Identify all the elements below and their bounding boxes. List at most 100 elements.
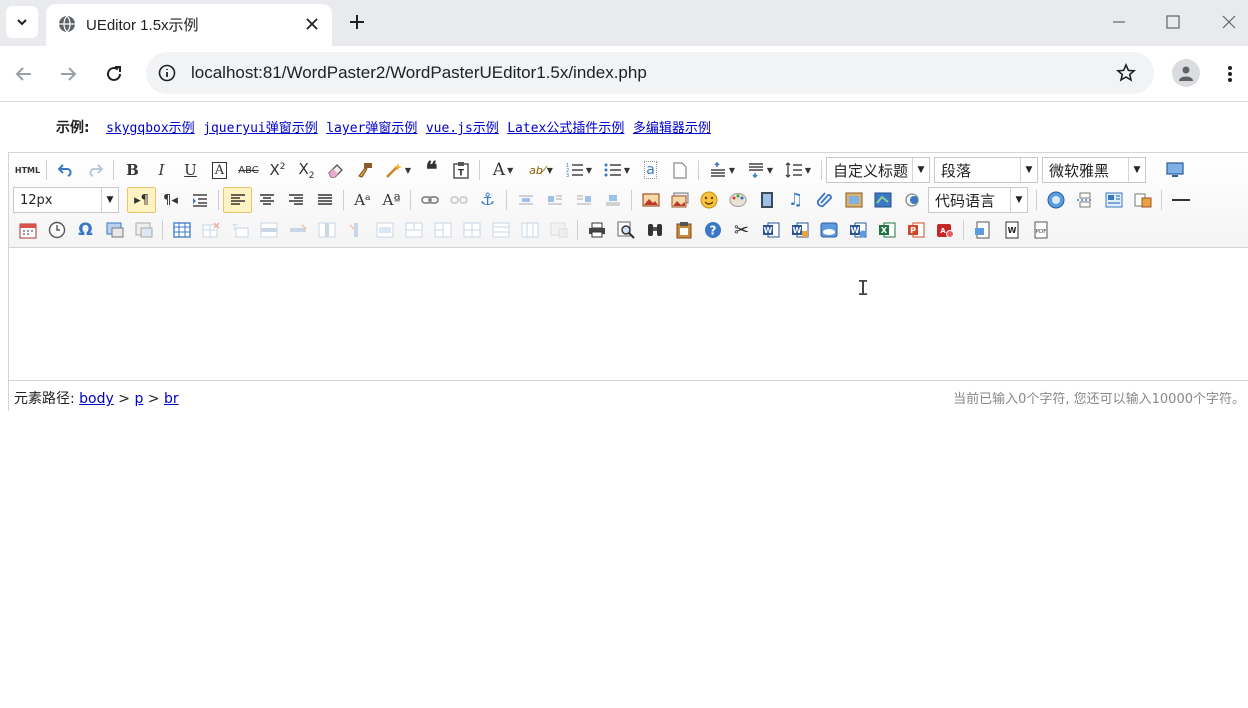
close-tab-button[interactable] <box>302 14 322 34</box>
ordered-list-button[interactable]: 1 2 3 ▼ <box>560 157 598 183</box>
horizontal-rule-button[interactable] <box>1166 187 1195 213</box>
excel-import-button[interactable]: X <box>872 217 901 243</box>
attachment-button[interactable] <box>810 187 839 213</box>
image-right-button[interactable] <box>569 187 598 213</box>
address-bar[interactable]: localhost:81/WordPaster2/WordPasterUEdit… <box>146 52 1154 94</box>
drafts-button[interactable] <box>669 217 698 243</box>
snap-screen-button[interactable] <box>100 217 129 243</box>
charts-button[interactable] <box>544 217 573 243</box>
close-window-button[interactable] <box>1214 8 1244 36</box>
word-export-button[interactable]: W <box>843 217 872 243</box>
split-to-cols-button[interactable] <box>515 217 544 243</box>
superscript-button[interactable]: X2 <box>263 157 292 183</box>
scrawl-button[interactable] <box>723 187 752 213</box>
export-pdf-button[interactable]: PDF <box>1026 217 1055 243</box>
rtl-direction-button[interactable]: ¶◂ <box>156 187 185 213</box>
path-link-p[interactable]: p <box>134 391 143 407</box>
to-lowercase-button[interactable]: Aª <box>377 187 406 213</box>
line-height-button[interactable]: ▼ <box>779 157 817 183</box>
redo-button[interactable] <box>80 157 109 183</box>
insert-video-button[interactable] <box>752 187 781 213</box>
insert-row-button[interactable] <box>254 217 283 243</box>
path-link-body[interactable]: body <box>79 391 114 407</box>
align-left-button[interactable] <box>223 187 252 213</box>
cut-button[interactable]: ✂ <box>727 217 756 243</box>
import-doc-button[interactable] <box>968 217 997 243</box>
ltr-direction-button[interactable]: ▸¶ <box>127 187 156 213</box>
example-link-layer[interactable]: layer弹窗示例 <box>326 121 417 136</box>
merge-down-button[interactable] <box>428 217 457 243</box>
template-button[interactable] <box>897 187 926 213</box>
emotion-button[interactable] <box>694 187 723 213</box>
format-painter-button[interactable] <box>350 157 379 183</box>
fullscreen-button[interactable] <box>1160 157 1189 183</box>
insert-image-button[interactable] <box>665 187 694 213</box>
merge-cells-button[interactable] <box>370 217 399 243</box>
paragraph-select[interactable]: 段落 ▼ <box>934 157 1038 183</box>
special-chars-button[interactable]: Ω <box>71 217 100 243</box>
delete-row-button[interactable] <box>283 217 312 243</box>
anchor-button[interactable]: ⚓ <box>473 187 502 213</box>
maximize-button[interactable] <box>1158 8 1188 36</box>
insert-table-button[interactable] <box>167 217 196 243</box>
example-link-latex[interactable]: Latex公式插件示例 <box>507 121 624 136</box>
underline-button[interactable]: U <box>176 157 205 183</box>
align-center-button[interactable] <box>252 187 281 213</box>
browser-menu-button[interactable] <box>1218 60 1242 88</box>
preview-button[interactable] <box>611 217 640 243</box>
unordered-list-button[interactable]: ▼ <box>598 157 636 183</box>
editor-content-area[interactable]: I <box>9 248 1248 380</box>
paste-plain-button[interactable]: T <box>446 157 475 183</box>
word-import-button[interactable]: W <box>785 217 814 243</box>
html-source-button[interactable]: HTML <box>13 157 42 183</box>
insert-time-button[interactable] <box>42 217 71 243</box>
merge-right-button[interactable] <box>399 217 428 243</box>
select-all-button[interactable]: a <box>636 157 665 183</box>
font-border-button[interactable]: A <box>205 157 234 183</box>
link-button[interactable] <box>415 187 444 213</box>
music-button[interactable]: ♫ <box>781 187 810 213</box>
new-tab-button[interactable] <box>342 8 372 36</box>
font-color-button[interactable]: A ▼ <box>484 157 522 183</box>
example-link-jqueryui[interactable]: jqueryui弹窗示例 <box>203 121 318 136</box>
background-button[interactable] <box>1099 187 1128 213</box>
split-to-rows-button[interactable] <box>486 217 515 243</box>
image-center-button[interactable] <box>598 187 627 213</box>
image-none-button[interactable] <box>511 187 540 213</box>
insert-paragraph-before-table-button[interactable]: T <box>225 217 254 243</box>
unlink-button[interactable] <box>444 187 473 213</box>
font-size-select[interactable]: 12px ▼ <box>13 187 119 213</box>
to-uppercase-button[interactable]: Aᵃ <box>348 187 377 213</box>
help-button[interactable]: ? <box>698 217 727 243</box>
delete-table-button[interactable] <box>196 217 225 243</box>
delete-col-button[interactable] <box>341 217 370 243</box>
export-word-button[interactable]: W <box>997 217 1026 243</box>
undo-button[interactable] <box>51 157 80 183</box>
tab-search-button[interactable] <box>6 6 38 38</box>
minimize-button[interactable] <box>1104 8 1134 36</box>
clear-doc-button[interactable] <box>665 157 694 183</box>
subscript-button[interactable]: X2 <box>292 157 321 183</box>
insert-col-button[interactable] <box>312 217 341 243</box>
network-paster-button[interactable] <box>814 217 843 243</box>
insert-date-button[interactable] <box>13 217 42 243</box>
profile-button[interactable] <box>1172 59 1200 87</box>
strikethrough-button[interactable]: ABC <box>234 157 263 183</box>
insert-frame-button[interactable] <box>839 187 868 213</box>
example-link-skygqbox[interactable]: skygqbox示例 <box>106 121 195 136</box>
reload-button[interactable] <box>98 58 130 90</box>
example-link-multi-editor[interactable]: 多编辑器示例 <box>633 121 711 136</box>
bold-button[interactable]: B <box>118 157 147 183</box>
remove-format-button[interactable] <box>321 157 350 183</box>
split-to-cells-button[interactable] <box>457 217 486 243</box>
back-button[interactable] <box>8 58 40 90</box>
url-text[interactable]: localhost:81/WordPaster2/WordPasterUEdit… <box>191 63 647 83</box>
web-app-button[interactable] <box>1041 187 1070 213</box>
align-justify-button[interactable] <box>310 187 339 213</box>
example-link-vuejs[interactable]: vue.js示例 <box>426 121 499 136</box>
path-link-br[interactable]: br <box>164 391 179 407</box>
search-replace-button[interactable] <box>640 217 669 243</box>
simple-upload-button[interactable] <box>636 187 665 213</box>
auto-typeset-button[interactable]: ▼ <box>379 157 417 183</box>
background-color-button[interactable]: ab⁄ ▼ <box>522 157 560 183</box>
